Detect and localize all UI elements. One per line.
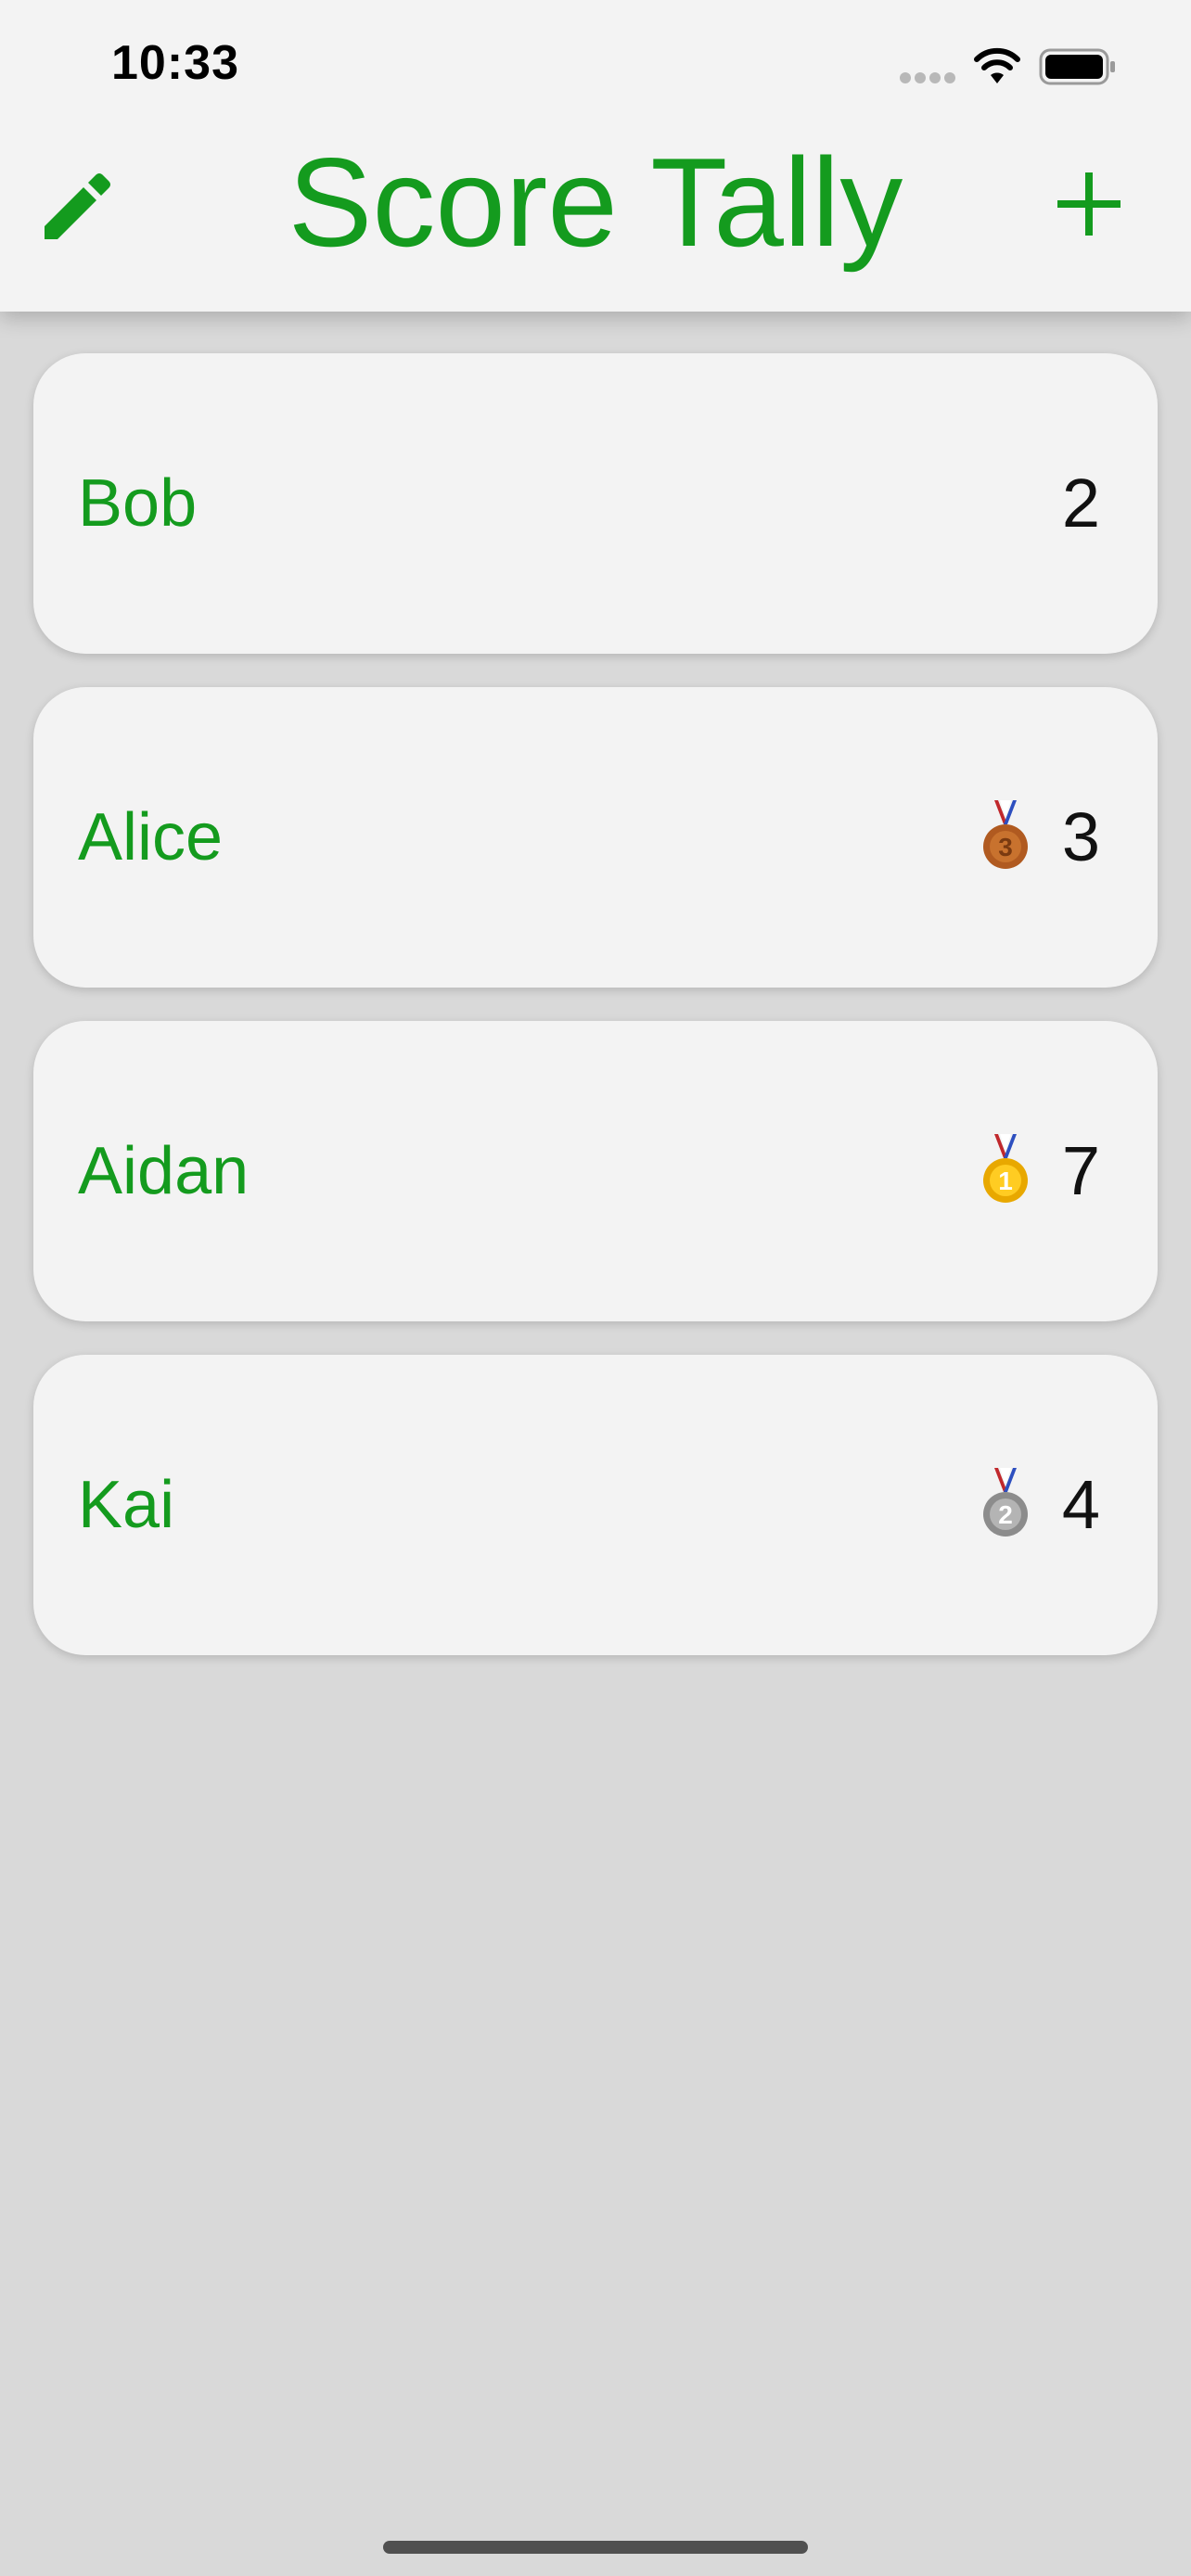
player-name: Kai bbox=[78, 1468, 175, 1542]
player-card[interactable]: Aidan 1 7 bbox=[33, 1021, 1158, 1321]
svg-text:2: 2 bbox=[998, 1500, 1013, 1529]
player-name: Aidan bbox=[78, 1134, 250, 1208]
cellular-signal-icon bbox=[900, 72, 957, 85]
player-score: 2 bbox=[1061, 465, 1100, 542]
app-header: 10:33 Score Tally bbox=[0, 0, 1191, 312]
gold-medal-icon: 1 bbox=[983, 1134, 1028, 1203]
status-bar-time: 10:33 bbox=[111, 36, 239, 90]
player-card[interactable]: Alice 3 3 bbox=[33, 687, 1158, 988]
plus-icon bbox=[1057, 172, 1121, 236]
page-title: Score Tally bbox=[288, 132, 903, 273]
battery-icon bbox=[1039, 48, 1115, 85]
player-score: 4 bbox=[1061, 1466, 1100, 1543]
player-name: Bob bbox=[78, 466, 198, 541]
svg-text:3: 3 bbox=[998, 833, 1013, 861]
wifi-icon bbox=[974, 47, 1020, 83]
player-card[interactable]: Bob 2 bbox=[33, 353, 1158, 654]
player-score: 7 bbox=[1061, 1132, 1100, 1209]
bronze-medal-icon: 3 bbox=[983, 800, 1028, 869]
player-card[interactable]: Kai 2 4 bbox=[33, 1355, 1158, 1655]
silver-medal-icon: 2 bbox=[983, 1468, 1028, 1537]
player-name: Alice bbox=[78, 800, 224, 874]
player-score: 3 bbox=[1061, 798, 1100, 875]
svg-text:1: 1 bbox=[998, 1167, 1013, 1195]
add-player-button[interactable] bbox=[1052, 167, 1126, 241]
home-indicator[interactable] bbox=[383, 2541, 808, 2554]
